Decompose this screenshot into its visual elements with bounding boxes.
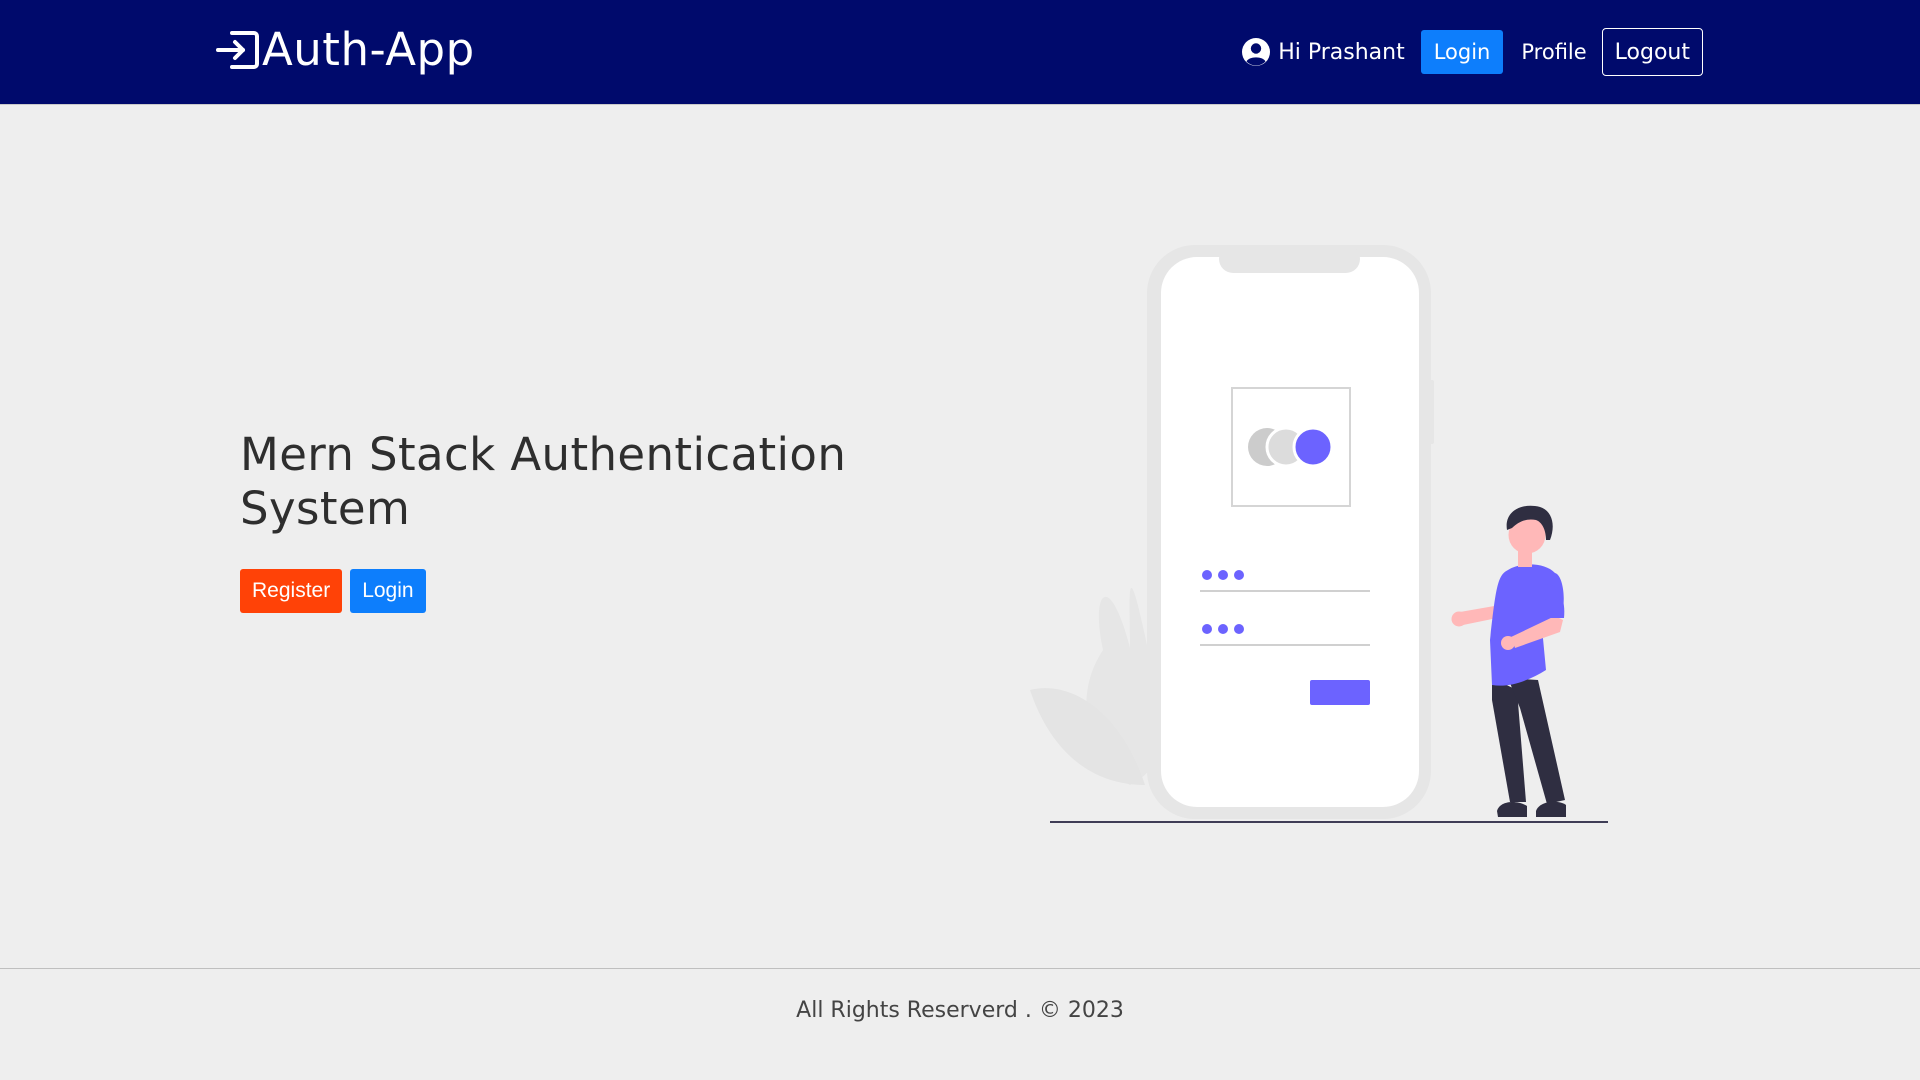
password-dot (1218, 624, 1228, 634)
navbar: Auth-App Hi Prashant Login Profile Logou… (0, 0, 1920, 105)
login-illustration (1030, 245, 1608, 823)
hero-title: Mern Stack Authentication System (240, 428, 847, 535)
password-dot (1234, 570, 1244, 580)
phone-notch (1219, 245, 1360, 273)
nav-profile-link[interactable]: Profile (1521, 40, 1586, 64)
brand-name: Auth-App (262, 23, 475, 76)
phone-screen (1161, 257, 1419, 807)
password-dot (1234, 624, 1244, 634)
user-circle-icon (1242, 38, 1271, 66)
password-dot (1202, 570, 1212, 580)
user-greeting: Hi Prashant (1241, 37, 1405, 67)
nav-right: Hi Prashant Login Profile Logout (1241, 28, 1703, 76)
person-figure (1451, 505, 1566, 817)
greeting-text: Hi Prashant (1278, 39, 1405, 65)
hero-login-button[interactable]: Login (350, 569, 426, 613)
password-dot (1202, 624, 1212, 634)
phone-side-button (1429, 380, 1434, 444)
submit-shape (1310, 680, 1370, 705)
register-button[interactable]: Register (240, 569, 343, 613)
circle-icon (1292, 426, 1334, 468)
footer-copyright: All Rights Reserverd . © 2023 (796, 998, 1124, 1023)
leaf-decoration (1030, 587, 1163, 785)
password-dot (1218, 570, 1228, 580)
nav-logout-button[interactable]: Logout (1601, 28, 1703, 76)
brand-link[interactable]: Auth-App (216, 22, 475, 78)
footer-divider (0, 968, 1920, 969)
hero-buttons: Register Login (240, 569, 426, 613)
login-arrow-icon (216, 31, 259, 69)
nav-login-button[interactable]: Login (1420, 30, 1504, 74)
